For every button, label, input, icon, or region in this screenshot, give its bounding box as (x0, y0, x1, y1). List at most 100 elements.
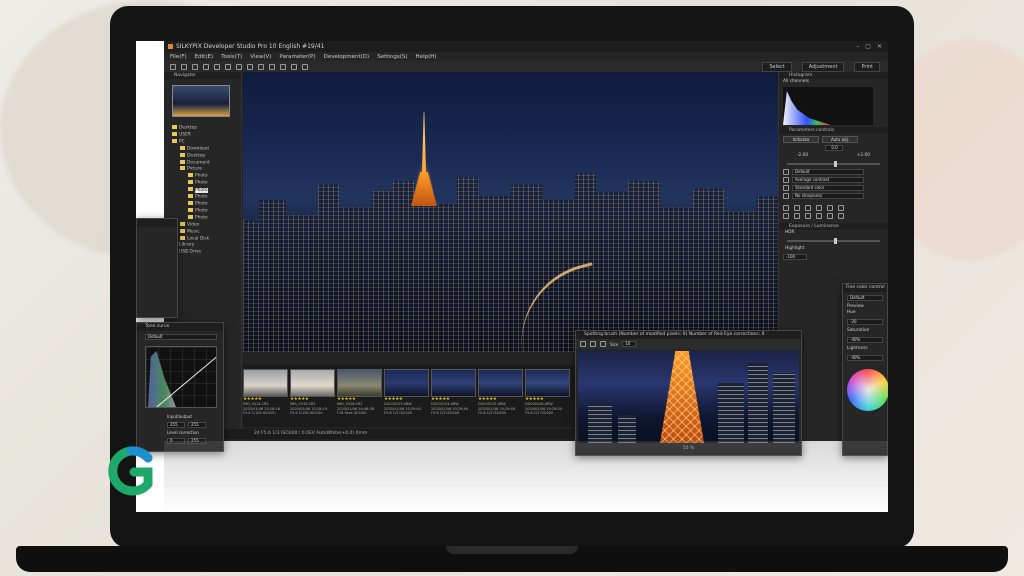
main-photo-preview[interactable] (243, 72, 778, 352)
tool-icon[interactable] (783, 213, 789, 219)
tool-icon[interactable] (816, 213, 822, 219)
adjustment-button[interactable]: Adjustment (801, 61, 845, 72)
tree-item[interactable]: Desktop (172, 152, 233, 160)
auto-adjust-button[interactable]: Auto adj. (822, 136, 858, 143)
menu-settings[interactable]: Settings(S) (377, 54, 407, 60)
menu-tools[interactable]: Tools(T) (221, 54, 242, 60)
white-balance-icon[interactable] (783, 169, 789, 175)
close-icon[interactable]: ✕ (877, 41, 882, 52)
tree-item[interactable]: Photo (172, 194, 233, 201)
rotate-icon[interactable] (247, 63, 253, 70)
fullscreen-icon[interactable] (225, 63, 231, 70)
channel-label[interactable]: All channels (779, 79, 888, 85)
thumbnail[interactable]: ★★★★★ DSC00124.ARW 2020/01/06 19:29:46 F… (431, 369, 476, 427)
spot-preview[interactable] (578, 351, 799, 443)
contrast-preset[interactable]: Average contrast (792, 177, 864, 183)
compare-view-icon[interactable] (214, 63, 220, 70)
sharpness-preset[interactable]: No sharpness (792, 193, 864, 199)
list-view-icon[interactable] (192, 63, 198, 70)
tool-icon[interactable] (805, 205, 811, 211)
tree-item[interactable]: Library (172, 242, 233, 249)
fine-color-panel: Fine color control Default Preview Hue -… (842, 283, 888, 456)
single-view-icon[interactable] (203, 63, 209, 70)
output-value[interactable]: 255 (188, 422, 206, 428)
tree-item[interactable]: Video (172, 221, 233, 229)
menu-view[interactable]: View(V) (250, 54, 271, 60)
tool-icon[interactable] (783, 205, 789, 211)
tree-item-selected[interactable]: Photo (172, 187, 233, 194)
tree-item[interactable]: Download (172, 145, 233, 153)
thumbnail[interactable]: ★★★★★ DSC00123.ARW 2020/01/06 19:29:44 F… (384, 369, 429, 427)
tool-icon[interactable] (827, 205, 833, 211)
contrast-icon[interactable] (783, 177, 789, 183)
tool-icon[interactable] (794, 205, 800, 211)
tree-item[interactable]: Desktop (172, 125, 233, 132)
lightness-value[interactable]: -40% (847, 355, 883, 361)
brush-icon[interactable] (258, 63, 264, 70)
tone-curve-graph[interactable] (145, 346, 217, 408)
color-icon[interactable] (783, 185, 789, 191)
exposure-value[interactable]: 0.0 (824, 145, 843, 151)
tree-item[interactable]: Photo (172, 200, 233, 208)
tree-item[interactable]: USB Drive (172, 249, 233, 256)
minimize-icon[interactable]: – (856, 41, 859, 52)
maximize-icon[interactable]: ▢ (865, 41, 871, 52)
hdr-slider[interactable] (787, 238, 880, 244)
initialize-button[interactable]: Initialize (783, 136, 819, 143)
highlight-value[interactable]: -100 (783, 254, 807, 260)
tool-icon[interactable] (827, 213, 833, 219)
menu-parameter[interactable]: Parameter(P) (279, 54, 315, 60)
zoom-icon[interactable] (236, 63, 242, 70)
tree-item[interactable]: Photo (172, 173, 233, 180)
grid-view-icon[interactable] (181, 63, 187, 70)
hue-value[interactable]: -20 (847, 319, 883, 325)
tool-icon[interactable] (816, 205, 822, 211)
tone-curve-panel: Tone curve Default Input/output 255 255 … (136, 322, 224, 452)
text-icon[interactable] (291, 63, 297, 70)
crop-icon[interactable] (280, 63, 286, 70)
tool-icon[interactable] (805, 213, 811, 219)
tone-curve-preset[interactable]: Default (145, 334, 217, 340)
menu-edit[interactable]: Edit(E) (195, 54, 213, 60)
color-wheel[interactable] (847, 369, 888, 411)
menu-help[interactable]: Help(H) (416, 54, 437, 60)
size-value[interactable]: 10 (622, 341, 637, 347)
eye-icon[interactable] (600, 341, 606, 347)
thumbnail[interactable]: ★★★★★ DSC00126.ARW 2020/01/06 19:29:50 F… (525, 369, 570, 427)
color-preset[interactable]: Default (847, 295, 883, 301)
pen-icon[interactable] (269, 63, 275, 70)
exposure-slider[interactable] (787, 161, 880, 167)
thumbnail[interactable]: ★★★★★ DSC00125.ARW 2020/01/06 19:29:48 F… (478, 369, 523, 427)
tree-item[interactable]: Document (172, 159, 233, 167)
tool-icon[interactable] (838, 205, 844, 211)
eraser-icon[interactable] (590, 341, 596, 347)
select-button[interactable]: Select (762, 61, 792, 72)
navigator-thumbnail[interactable] (172, 85, 230, 117)
tree-item[interactable]: Local Disk (172, 235, 233, 243)
tree-item[interactable]: Picture (172, 166, 233, 173)
thumbnail[interactable]: ★★★★★ IMG_9415.CR2 2020/01/06 15:28:19 F… (290, 369, 335, 427)
menu-bar: File(F) Edit(E) Tools(T) View(V) Paramet… (164, 52, 888, 61)
print-button[interactable]: Print (854, 61, 880, 72)
tree-item[interactable]: Photo (172, 207, 233, 215)
tool-icon[interactable] (838, 213, 844, 219)
color-preset[interactable]: Standard color (792, 185, 864, 191)
saturation-value[interactable]: -40% (847, 337, 883, 343)
tree-item[interactable]: Music (172, 228, 233, 236)
menu-file[interactable]: File(F) (170, 54, 187, 60)
tree-item[interactable]: Photo (172, 214, 233, 222)
tree-item[interactable]: Photo (172, 180, 233, 187)
ev-min: -2.00 (797, 153, 809, 158)
thumbnail[interactable]: ★★★★★ IMG_9414.CR2 2020/01/06 15:28:18 F… (243, 369, 288, 427)
sharpness-icon[interactable] (783, 193, 789, 199)
input-value[interactable]: 255 (167, 422, 185, 428)
brush-icon[interactable] (580, 341, 586, 347)
thumbnail[interactable]: ★★★★★ IMG_9416.CR2 2020/01/06 16:48:38 F… (337, 369, 382, 427)
tree-item[interactable]: PC (172, 138, 233, 146)
tool-icon[interactable] (794, 213, 800, 219)
menu-development[interactable]: Development(D) (324, 54, 370, 60)
eyedropper-icon[interactable] (302, 63, 308, 70)
open-folder-icon[interactable] (170, 63, 176, 70)
tree-item[interactable]: USER (172, 131, 233, 139)
wb-preset[interactable]: Default (792, 169, 864, 175)
